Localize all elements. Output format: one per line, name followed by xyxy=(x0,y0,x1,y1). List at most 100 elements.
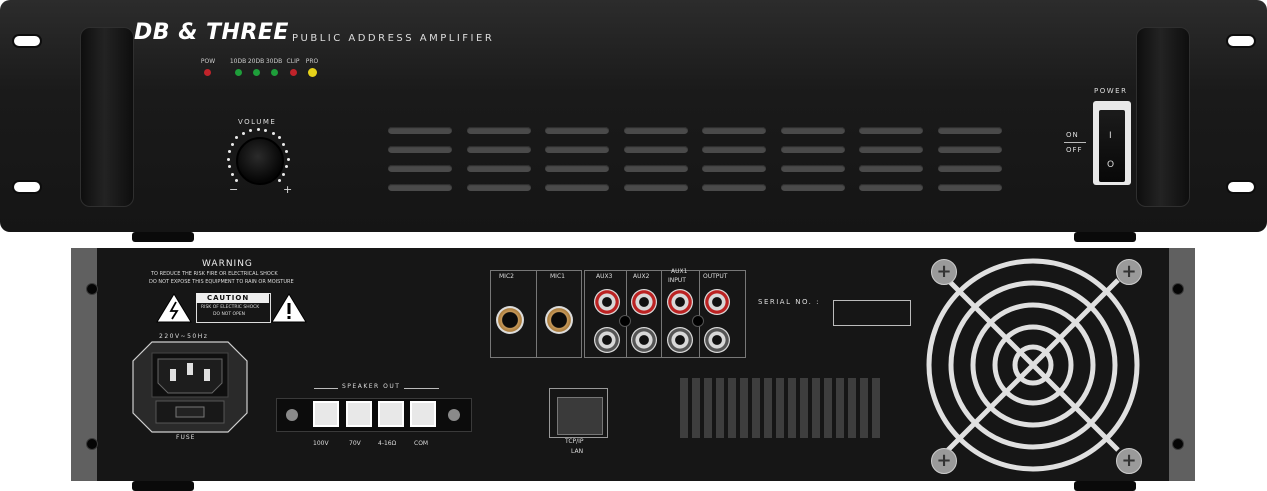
speaker-terminal-block xyxy=(276,398,472,432)
aux-divider xyxy=(699,270,700,358)
mic1-jack[interactable] xyxy=(545,306,573,334)
vent-slot xyxy=(388,146,452,153)
output-jack-right[interactable] xyxy=(704,289,730,315)
power-switch[interactable] xyxy=(1099,110,1125,182)
volume-scale-dot xyxy=(264,128,268,132)
indicator-label-clip: CLIP xyxy=(286,58,300,65)
aux2-label: AUX2 xyxy=(633,273,650,280)
vent-slot xyxy=(702,127,766,134)
tcp-ip-label: TCP/IP xyxy=(563,438,586,445)
vent-slot xyxy=(623,184,688,191)
fan-screw-icon: + xyxy=(931,448,957,474)
mic1-label: MIC1 xyxy=(550,273,565,280)
vent-slot xyxy=(702,165,766,172)
aux2-jack-right[interactable] xyxy=(631,289,657,315)
volume-scale-dot xyxy=(230,142,234,146)
pro-led xyxy=(308,68,317,77)
vent-slot xyxy=(623,146,688,153)
exclamation-warning-icon xyxy=(271,293,307,323)
rear-foot-right xyxy=(1074,481,1136,491)
vent-slot xyxy=(937,165,1002,172)
rear-screw xyxy=(86,438,98,450)
volume-knob[interactable] xyxy=(236,137,284,185)
speaker-out-label: SPEAKER OUT xyxy=(338,383,405,390)
aux-divider xyxy=(661,270,662,358)
ac-power-inlet[interactable] xyxy=(132,341,248,433)
caution-title: CAUTION xyxy=(207,294,250,302)
rear-vent-slot xyxy=(752,378,760,438)
volume-scale-dot xyxy=(230,172,234,176)
rear-vent-slot xyxy=(704,378,712,438)
vent-slot xyxy=(623,165,688,172)
volume-scale-dot xyxy=(285,165,289,169)
aux3-jack-right[interactable] xyxy=(594,289,620,315)
speaker-terminal-70v[interactable] xyxy=(346,401,372,427)
rack-mount-hole-bottom-left xyxy=(12,180,42,194)
brand-logo: DB & THREE xyxy=(134,20,289,45)
volume-scale-dot xyxy=(227,165,231,169)
aux3-label: AUX3 xyxy=(596,273,613,280)
volume-scale-dot xyxy=(226,157,230,161)
rack-mount-hole-bottom-right xyxy=(1226,180,1256,194)
rear-screw xyxy=(1172,283,1184,295)
volume-scale-dot xyxy=(271,131,275,135)
speaker-terminal-4-16ohm[interactable] xyxy=(378,401,404,427)
serial-number-label: SERIAL NO. : xyxy=(758,298,820,306)
vent-slot xyxy=(466,146,531,153)
off-label: OFF xyxy=(1066,146,1083,154)
vent-slot xyxy=(780,165,845,172)
vent-slot xyxy=(859,184,923,191)
front-handle-right xyxy=(1136,27,1190,207)
aux3-jack-left[interactable] xyxy=(594,327,620,353)
rear-vent-slot xyxy=(872,378,880,438)
vent-slot xyxy=(466,184,531,191)
speaker-term-label-com: COM xyxy=(414,440,429,447)
pow-led xyxy=(204,69,211,76)
input-label: INPUT xyxy=(668,277,686,284)
speaker-terminal-com[interactable] xyxy=(410,401,436,427)
product-subtitle: PUBLIC ADDRESS AMPLIFIER xyxy=(292,33,495,44)
volume-scale-dot xyxy=(241,131,245,135)
vent-slot xyxy=(466,165,531,172)
fan-screw-icon: + xyxy=(931,259,957,285)
level-30db-led xyxy=(271,69,278,76)
cooling-fan-guard xyxy=(926,258,1140,472)
caution-line-2: DO NOT OPEN xyxy=(213,312,245,317)
speaker-term-label-4-16ohm: 4-16Ω xyxy=(378,440,397,447)
aux1-jack-right[interactable] xyxy=(667,289,693,315)
vent-slot xyxy=(388,127,452,134)
rack-mount-hole-top-left xyxy=(12,34,42,48)
volume-scale-dot xyxy=(235,178,239,182)
indicator-label-pow: POW xyxy=(200,58,216,65)
lan-port[interactable] xyxy=(557,397,603,435)
indicator-label-20db: 20DB xyxy=(247,58,265,65)
vent-slot xyxy=(545,146,609,153)
volume-scale-dot xyxy=(277,178,281,182)
vent-slot xyxy=(545,184,609,191)
vent-slot xyxy=(859,165,923,172)
lan-label: LAN xyxy=(571,448,584,455)
on-label: ON xyxy=(1066,131,1079,139)
vent-slot xyxy=(702,146,766,153)
electric-shock-warning-icon xyxy=(156,293,192,323)
aux2-jack-left[interactable] xyxy=(631,327,657,353)
vent-slot xyxy=(388,184,452,191)
aux1-jack-left[interactable] xyxy=(667,327,693,353)
speaker-terminal-100v[interactable] xyxy=(313,401,339,427)
mic2-jack[interactable] xyxy=(496,306,524,334)
volume-scale-dot xyxy=(286,157,290,161)
fan-screw-icon: + xyxy=(1116,259,1142,285)
rear-vent-slot xyxy=(812,378,820,438)
rear-vent-slot xyxy=(836,378,844,438)
rear-vent-slot xyxy=(680,378,688,438)
fan-screw-icon: + xyxy=(1116,448,1142,474)
rear-screw xyxy=(86,283,98,295)
power-on-mark: I xyxy=(1109,131,1112,141)
rack-mount-hole-top-right xyxy=(1226,34,1256,48)
indicator-label-30db: 30DB xyxy=(265,58,283,65)
rear-vent-slot xyxy=(860,378,868,438)
output-jack-left[interactable] xyxy=(704,327,730,353)
rear-vent-slot xyxy=(740,378,748,438)
rca-ground-screw xyxy=(619,315,631,327)
rear-vent-slot xyxy=(764,378,772,438)
